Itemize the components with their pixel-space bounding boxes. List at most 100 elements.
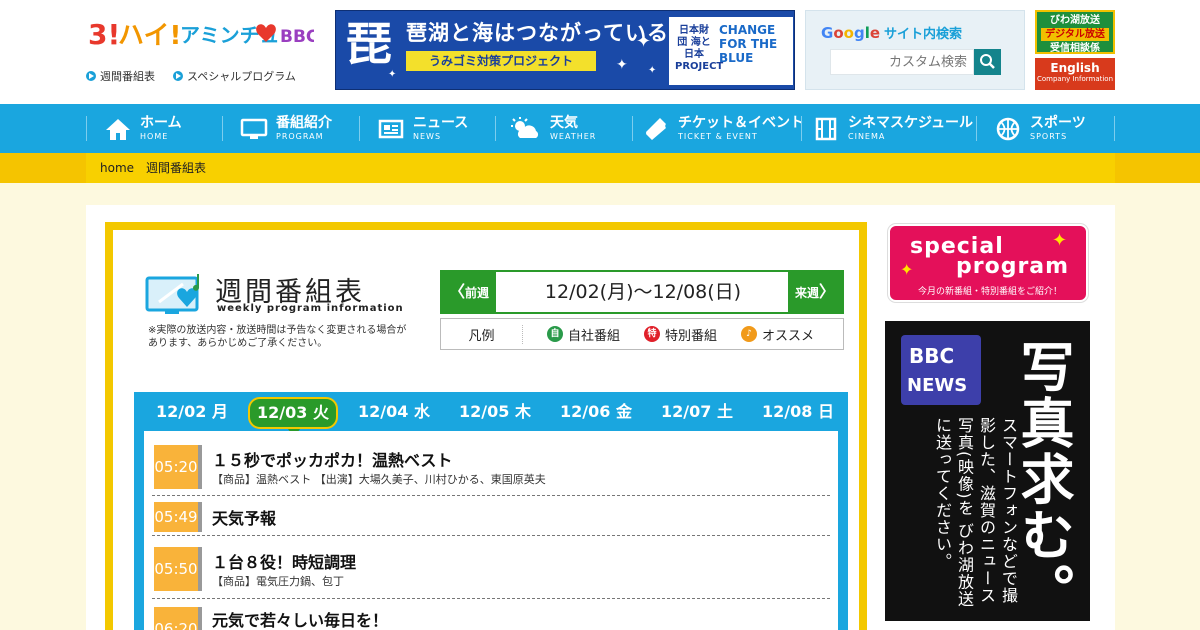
sublink-weekly[interactable]: 週間番組表 <box>86 68 155 84</box>
site-search: Google サイト内検索 <box>805 10 1025 90</box>
search-button[interactable] <box>974 49 1001 75</box>
program-row[interactable]: 05:20 １５秒でポッカポカ！温熱ベスト 【商品】温熱ベスト 【出演】大場久美… <box>152 441 830 496</box>
nav-item-weather[interactable]: 天気 WEATHER <box>508 104 596 153</box>
legend-item-recommend: ♪ オススメ <box>741 325 814 344</box>
nippon-foundation-logo: 日本財団 海と日本 PROJECT <box>675 25 724 72</box>
star-icon: ✦ <box>616 57 628 73</box>
special-banner-line2: program <box>956 254 1070 279</box>
breadcrumb: home 週間番組表 <box>86 153 1115 183</box>
next-week-button[interactable]: 来週〉 <box>788 272 842 312</box>
legend-item-special: 特 特別番組 <box>644 325 717 344</box>
prev-week-button[interactable]: 〈前週 <box>442 272 496 312</box>
special-program-icon: 特 <box>644 326 661 342</box>
prev-week-label: 前週 <box>465 286 490 300</box>
tv-icon <box>240 116 268 142</box>
page-subtitle: weekly program information <box>217 303 404 314</box>
nav-divider <box>86 116 87 141</box>
nav-item-ticket[interactable]: チケット＆イベント TICKET & EVENT <box>642 104 804 153</box>
chevron-left-icon: 〈 <box>448 282 465 301</box>
day-tab[interactable]: 12/04 水 <box>344 392 444 434</box>
nav-item-sports[interactable]: スポーツ SPORTS <box>994 104 1086 153</box>
own-program-icon: 自 <box>547 326 563 342</box>
nav-label: 天気 <box>550 114 578 131</box>
nav-sublabel: WEATHER <box>550 131 597 141</box>
special-program-banner[interactable]: special program 今月の新番組・特別番組をご紹介！ ✦ ✦ <box>888 224 1088 302</box>
legend-label: 特別番組 <box>665 328 718 344</box>
program-time: 05:50 <box>154 547 202 591</box>
weather-icon <box>508 116 542 142</box>
day-tab[interactable]: 12/08 日 <box>748 392 848 434</box>
nav-item-cinema[interactable]: シネマスケジュール CINEMA <box>812 104 973 153</box>
english-btn-sublabel: Company Information <box>1036 75 1114 83</box>
sparkle-icon: ✦ <box>900 260 914 279</box>
nav-divider <box>976 116 977 141</box>
tv-heart-icon <box>145 274 199 314</box>
recommend-icon: ♪ <box>741 326 758 342</box>
english-button[interactable]: English Company Information <box>1035 58 1115 90</box>
day-tab[interactable]: 12/06 金 <box>546 392 646 434</box>
day-tabs: 12/02 月 12/03 火 12/04 水 12/05 木 12/06 金 … <box>134 392 848 437</box>
program-title[interactable]: 元気で若々しい毎日を！ <box>212 607 388 630</box>
program-time: 05:20 <box>154 445 202 489</box>
news-request-text: スマートフォンなどで撮影した、滋賀のニュース写真(映像)を びわ湖放送に送ってく… <box>933 417 1018 608</box>
program-time: 05:49 <box>154 502 202 532</box>
day-tab[interactable]: 12/07 土 <box>647 392 747 434</box>
sublink-special[interactable]: スペシャルプログラム <box>173 68 296 84</box>
program-row[interactable]: 05:50 １台８役！時短調理 【商品】電気圧力鍋、包丁 <box>152 543 830 599</box>
nav-sublabel: SPORTS <box>1030 131 1068 141</box>
arrow-circle-icon <box>173 71 183 81</box>
week-navigator: 〈前週 12/02(月)～12/08(日) 来週〉 <box>440 270 844 314</box>
legend-label: オススメ <box>762 328 815 344</box>
svg-text:3!: 3! <box>88 18 120 51</box>
digital-broadcast-support-button[interactable]: びわ湖放送 デジタル放送 受信相談係 <box>1035 10 1115 54</box>
breadcrumb-home[interactable]: home <box>100 161 134 175</box>
sublink-weekly-label: 週間番組表 <box>100 70 155 83</box>
google-search-label: Google サイト内検索 <box>821 24 963 42</box>
program-description: 【商品】温熱ベスト 【出演】大場久美子、川村ひかる、東国原英夫 <box>212 473 546 486</box>
film-icon <box>812 116 840 142</box>
banner-subtitle: うみゴミ対策プロジェクト <box>406 51 596 71</box>
program-title[interactable]: １台８役！時短調理 <box>212 549 356 573</box>
breadcrumb-bar: home 週間番組表 <box>0 153 1200 183</box>
news-catchphrase: 写真求む。 <box>1011 339 1074 619</box>
program-row[interactable]: 06:20 元気で若々しい毎日を！ <box>152 603 830 630</box>
program-title[interactable]: １５秒でポッカポカ！温熱ベスト <box>212 447 452 471</box>
svg-text:ハイ!: ハイ! <box>118 21 181 51</box>
umigomi-banner[interactable]: 琵 琶湖と海はつながっている! うみゴミ対策プロジェクト ✦ ✦ ✦ ✦ 日本財… <box>335 10 795 90</box>
search-input[interactable] <box>830 49 974 75</box>
nav-label: スポーツ <box>1030 114 1086 131</box>
legend-label: 自社番組 <box>568 328 621 344</box>
newspaper-icon <box>377 116 405 142</box>
bbc-news-photo-request-banner[interactable]: BBC NEWS 写真求む。 スマートフォンなどで撮影した、滋賀のニュース写真(… <box>885 321 1090 621</box>
nav-label: ニュース <box>413 114 469 131</box>
banner-big-char: 琵 <box>346 17 392 71</box>
ticket-icon <box>642 116 670 142</box>
program-title[interactable]: 天気予報 <box>212 505 276 529</box>
nav-item-news[interactable]: ニュース NEWS <box>377 104 468 153</box>
nav-item-home[interactable]: ホーム HOME <box>104 104 182 153</box>
nav-divider <box>222 116 223 141</box>
english-btn-label: English <box>1050 61 1100 75</box>
nav-item-program[interactable]: 番組紹介 PROGRAM <box>240 104 332 153</box>
svg-text:NEWS: NEWS <box>907 375 967 396</box>
sparkle-icon: ✦ <box>1052 230 1068 251</box>
biwa-btn-line1: びわ湖放送 <box>1050 15 1100 26</box>
banner-partner-logos: 日本財団 海と日本 PROJECT CHANGE FOR THE BLUE <box>669 17 793 85</box>
star-icon: ✦ <box>636 31 652 52</box>
day-tab[interactable]: 12/02 月 <box>142 392 242 434</box>
nav-sublabel: TICKET & EVENT <box>678 131 758 141</box>
program-row[interactable]: 05:49 天気予報 <box>152 497 830 536</box>
site-logo[interactable]: 3! ハイ! アミンチュ BBC <box>88 14 314 58</box>
day-tab[interactable]: 12/05 木 <box>445 392 545 434</box>
nav-sublabel: HOME <box>140 131 169 141</box>
nav-label: 番組紹介 <box>276 114 332 131</box>
global-nav: ホーム HOME 番組紹介 PROGRAM ニュース NEWS 天気 WEATHER チ… <box>0 104 1200 153</box>
legend: 凡例 自 自社番組 特 特別番組 ♪ オススメ <box>440 318 844 350</box>
svg-text:BBC: BBC <box>909 344 954 368</box>
bbc-news-logo: BBC NEWS <box>901 335 981 405</box>
nav-divider <box>495 116 496 141</box>
home-icon <box>104 116 132 142</box>
star-icon: ✦ <box>648 65 657 76</box>
search-icon <box>980 54 995 69</box>
day-tab-active[interactable]: 12/03 火 <box>248 397 338 437</box>
